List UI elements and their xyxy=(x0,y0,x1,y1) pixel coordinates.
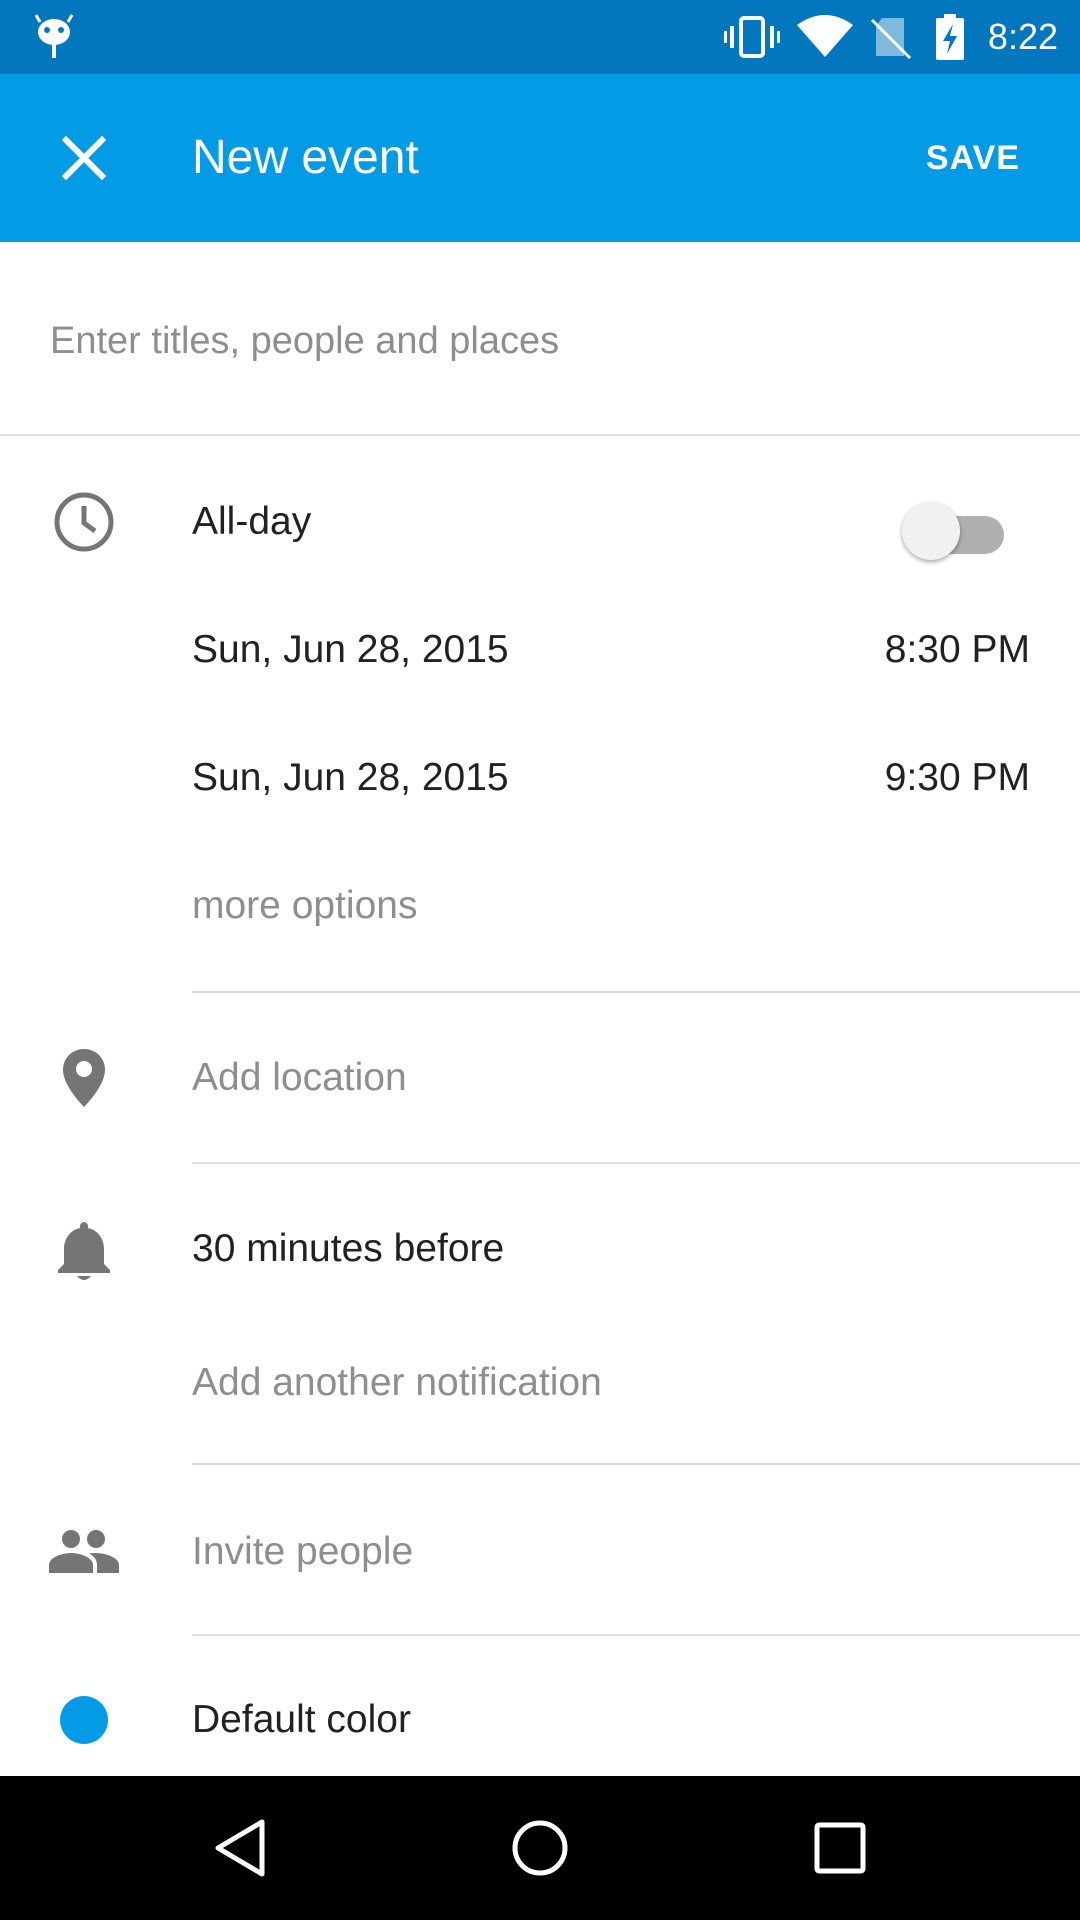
color-swatch xyxy=(60,1696,108,1744)
notification-item[interactable]: 30 minutes before xyxy=(192,1227,504,1271)
divider xyxy=(192,1463,1080,1465)
home-icon xyxy=(512,1820,568,1876)
invite-people-field[interactable]: Invite people xyxy=(192,1530,413,1574)
start-time[interactable]: 8:30 PM xyxy=(885,628,1030,672)
add-notification-link[interactable]: Add another notification xyxy=(192,1361,602,1405)
close-icon xyxy=(62,136,106,180)
recents-button[interactable] xyxy=(790,1798,890,1898)
people-icon xyxy=(44,1512,124,1592)
location-pin-icon xyxy=(44,1038,124,1118)
status-bar: 8:22 xyxy=(0,0,1080,74)
all-day-label: All-day xyxy=(192,500,312,543)
android-debug-icon xyxy=(34,0,74,74)
divider xyxy=(192,1162,1080,1164)
color-selector[interactable]: Default color xyxy=(192,1698,411,1742)
recents-icon xyxy=(814,1822,866,1874)
end-time[interactable]: 9:30 PM xyxy=(885,756,1030,800)
close-button[interactable] xyxy=(44,118,124,198)
battery-charging-icon xyxy=(934,0,966,74)
color-dot-icon xyxy=(44,1680,124,1760)
bell-icon xyxy=(44,1210,124,1290)
no-sim-icon xyxy=(870,0,912,74)
save-button[interactable]: SAVE xyxy=(926,114,1020,202)
app-bar: New event SAVE xyxy=(0,74,1080,242)
start-date[interactable]: Sun, Jun 28, 2015 xyxy=(192,628,509,672)
event-title-input[interactable] xyxy=(48,300,1032,382)
page-title: New event xyxy=(192,131,419,184)
divider xyxy=(192,991,1080,993)
clock-icon xyxy=(44,482,124,562)
home-button[interactable] xyxy=(490,1798,590,1898)
vibrate-icon xyxy=(724,0,780,74)
toggle-thumb xyxy=(902,502,960,560)
wifi-icon xyxy=(796,0,854,74)
divider xyxy=(192,1634,1080,1636)
more-options-link[interactable]: more options xyxy=(192,884,417,928)
back-icon xyxy=(215,1819,265,1877)
all-day-toggle[interactable] xyxy=(900,496,1010,566)
status-time: 8:22 xyxy=(987,16,1058,57)
screen: 8:22 New event SAVE All-day Sun, Jun 28,… xyxy=(0,0,1080,1920)
end-date[interactable]: Sun, Jun 28, 2015 xyxy=(192,756,509,800)
add-location-field[interactable]: Add location xyxy=(192,1056,407,1100)
back-button[interactable] xyxy=(190,1798,290,1898)
navigation-bar xyxy=(0,1776,1080,1920)
divider xyxy=(0,434,1080,436)
